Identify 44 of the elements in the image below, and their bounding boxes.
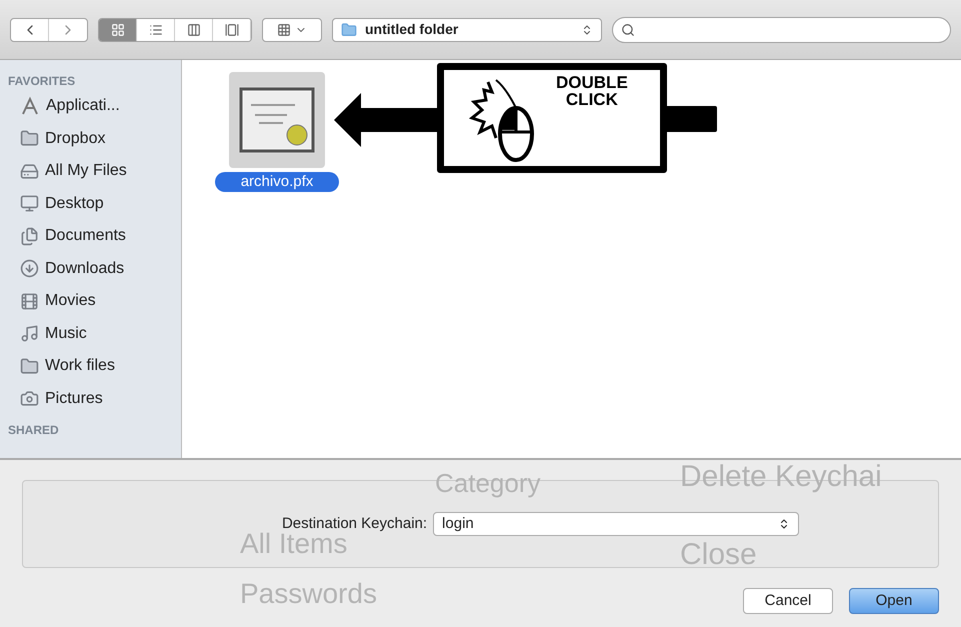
music-icon [20, 324, 39, 344]
drive-icon [20, 162, 39, 181]
background-window-text: Passwords [240, 580, 377, 608]
sidebar-item[interactable]: Desktop [8, 188, 173, 220]
sidebar-item[interactable]: Pictures [8, 382, 173, 415]
location-popup[interactable]: untitled folder [332, 18, 602, 42]
folder-icon [20, 129, 39, 148]
camera-icon [20, 389, 39, 408]
view-mode-icon [186, 22, 200, 36]
file-name[interactable]: archivo.pfx [214, 172, 340, 192]
sidebar-item[interactable]: Work files [8, 350, 173, 382]
view-mode-icon [110, 22, 124, 36]
sidebar-item[interactable]: Music [8, 318, 173, 350]
annotation-text: DOUBLE CLICK [556, 74, 628, 108]
sidebar-heading: SHARED [8, 422, 60, 439]
sidebar-item[interactable]: All My Files [8, 155, 173, 188]
sidebar-item[interactable]: Movies [8, 285, 173, 318]
folder-icon [20, 356, 39, 376]
keychain-label: Destination Keychain: [282, 514, 428, 534]
certificate-thumbnail[interactable] [229, 72, 325, 168]
view-mode-icon [224, 22, 238, 36]
sidebar-heading: FAVORITES [8, 73, 76, 90]
search-field[interactable] [612, 16, 951, 42]
background-window-text: Delete Keychai [680, 462, 882, 492]
certificate-icon [239, 87, 315, 153]
arrange-button[interactable] [262, 18, 322, 42]
background-window-text: Category [435, 470, 540, 496]
default-button[interactable]: Open [849, 588, 939, 614]
film-icon [20, 292, 39, 311]
view-mode-icon [148, 22, 162, 36]
monitor-icon [20, 194, 39, 214]
keychain-popup[interactable]: login [433, 512, 800, 536]
grid-icon [277, 22, 291, 36]
sidebar-item[interactable]: Documents [8, 220, 173, 252]
stepper-icon [581, 24, 593, 36]
dialog-button[interactable]: Cancel [743, 588, 833, 614]
icon-view-button[interactable] [99, 18, 137, 40]
search-icon [621, 22, 635, 36]
folder-icon [341, 22, 357, 38]
sidebar-item[interactable]: Applicati... [8, 90, 173, 122]
download-icon [20, 259, 39, 278]
sidebar-item[interactable]: Downloads [8, 252, 173, 285]
sidebar-item[interactable]: Dropbox [8, 122, 173, 155]
documents-icon [20, 226, 39, 246]
